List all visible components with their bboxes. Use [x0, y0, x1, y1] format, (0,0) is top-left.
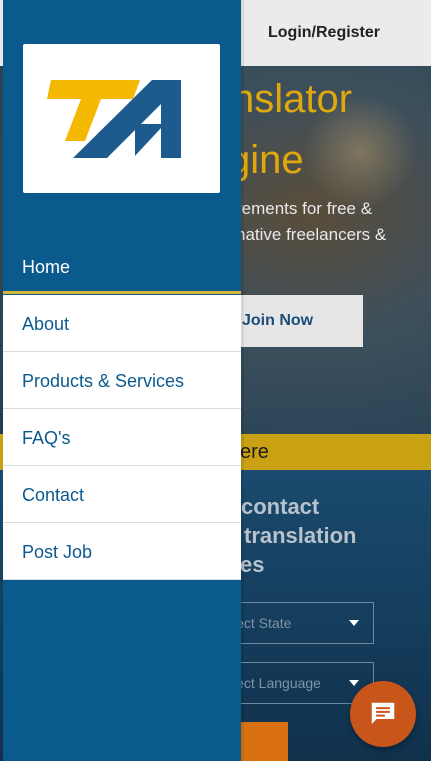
state-select[interactable]: lect State [232, 602, 374, 644]
menu-item-home-label: Home [22, 257, 71, 277]
login-register-link[interactable]: Login/Register [268, 24, 380, 42]
caret-down-icon [349, 680, 359, 686]
menu-item-label: Products & Services [22, 371, 185, 391]
menu-list: About Products & Services FAQ's Contact … [3, 295, 241, 580]
chat-icon [371, 702, 395, 724]
drawer-shadow [241, 0, 244, 761]
chat-button[interactable] [350, 681, 416, 747]
menu-item-faq[interactable]: FAQ's [3, 409, 241, 466]
menu-item-about[interactable]: About [3, 295, 241, 352]
language-select-placeholder: lect Language [233, 675, 321, 691]
highlight-band-text: ere [240, 441, 269, 463]
contact-heading-line1: contact [241, 494, 320, 519]
logo[interactable] [23, 44, 220, 193]
menu-item-label: Post Job [22, 542, 93, 562]
menu-item-label: Contact [22, 485, 85, 505]
navigation-drawer: Home About Products & Services FAQ's Con… [3, 0, 241, 761]
menu-item-home[interactable]: Home [3, 244, 241, 294]
caret-down-icon [349, 620, 359, 626]
state-select-placeholder: lect State [233, 615, 292, 631]
language-select[interactable]: lect Language [232, 662, 374, 704]
menu-item-label: About [22, 314, 70, 334]
hero-subtitle-line2: native freelancers & [236, 225, 387, 244]
hero-title-line1: nslator [232, 77, 353, 121]
menu-item-post-job[interactable]: Post Job [3, 523, 241, 580]
menu-item-label: FAQ's [22, 428, 71, 448]
hero-subtitle-line1: rements for free & [236, 199, 373, 218]
menu-item-products-services[interactable]: Products & Services [3, 352, 241, 409]
join-now-button[interactable]: Join Now [232, 295, 363, 347]
contact-heading-line2: translation [244, 523, 357, 548]
ta-logo-icon [47, 80, 181, 158]
menu-item-contact[interactable]: Contact [3, 466, 241, 523]
